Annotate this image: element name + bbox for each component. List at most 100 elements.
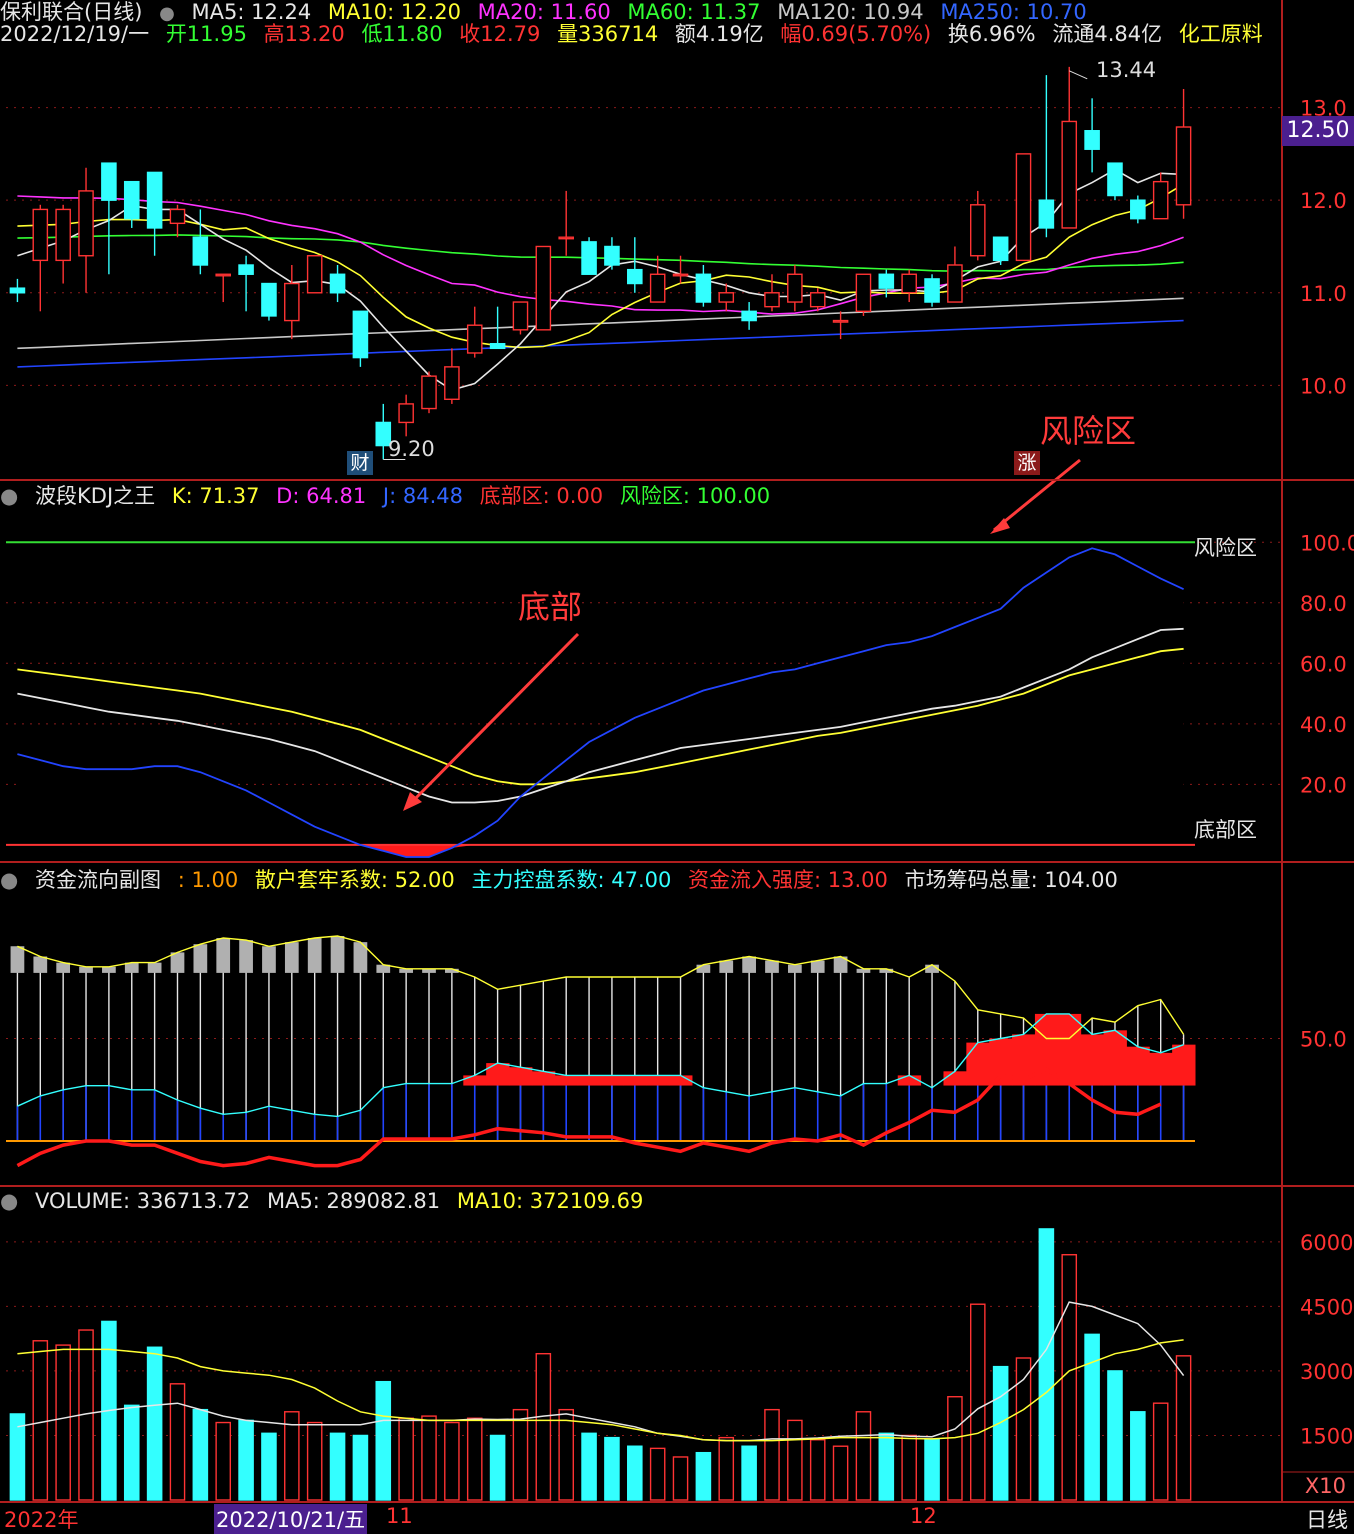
candle-body (855, 273, 872, 313)
volume-header: ● VOLUME: 336713.72 MA5: 289082.81 MA10:… (0, 1189, 653, 1213)
candle-body (809, 292, 826, 308)
volume-bar (992, 1365, 1009, 1501)
candlestick-chart (9, 66, 1192, 460)
candle-body (672, 273, 689, 277)
volume-tick-label: 4500 (1300, 1295, 1353, 1319)
volume-bar (238, 1419, 254, 1501)
fund-c1: : 1.00 (177, 868, 239, 892)
ma250-line (17, 319, 1184, 368)
inflow-block (577, 1075, 601, 1086)
candle-body (169, 208, 186, 225)
candle-body (1152, 180, 1169, 220)
cai-marker[interactable]: 财 (347, 451, 373, 475)
ma5-label: MA5: 12.24 (191, 0, 312, 24)
inflow-block (1057, 1013, 1082, 1086)
volume-bar (466, 1417, 483, 1501)
candle-body (238, 264, 254, 275)
quote-volume: 量336714 (557, 22, 659, 46)
price-tick-label: 10.0 (1300, 374, 1347, 398)
chart-canvas: 10.011.012.013.020.040.060.080.0100.050.… (0, 0, 1354, 1503)
quote-amount: 额4.19亿 (674, 22, 764, 46)
candle-body (649, 273, 666, 303)
volume-bar (878, 1432, 895, 1501)
volume-bar (1061, 1254, 1078, 1501)
inflow-block (1103, 1030, 1127, 1086)
quote-close: 收12.79 (459, 22, 541, 46)
vol-ma10: MA10: 372109.69 (456, 1189, 644, 1213)
candle-body (9, 287, 26, 294)
candle-body (444, 366, 460, 400)
inflow-block (554, 1075, 579, 1086)
fund-title: 资金流向副图 (35, 868, 162, 892)
volume-bar (55, 1344, 71, 1501)
retail-cap (765, 960, 779, 973)
candle-body (466, 324, 483, 354)
candle-body (1038, 199, 1055, 229)
volume-bar (421, 1415, 437, 1501)
inflow-block (1126, 1046, 1150, 1086)
volume-bar (352, 1434, 369, 1501)
retail-line (17, 935, 1185, 1040)
volume-bar (1175, 1355, 1192, 1501)
ma10-line (17, 183, 1185, 349)
retail-cap (102, 966, 116, 973)
volume-bar (1130, 1411, 1146, 1501)
inflow-block (509, 1067, 533, 1086)
candle-body (1015, 153, 1032, 262)
ma120-label: MA120: 10.94 (777, 0, 924, 24)
price-tick-label: 12.0 (1300, 189, 1347, 213)
kdj-k: K: 71.37 (171, 484, 260, 508)
candle-body (878, 273, 895, 289)
volume-bar (444, 1421, 460, 1501)
quote-float: 流通4.84亿 (1052, 22, 1163, 46)
quote-sector: 化工原料 (1178, 22, 1263, 46)
dropdown-icon[interactable]: ● (159, 3, 175, 24)
annotation-bottom: 底部 (518, 588, 583, 626)
zhang-marker[interactable]: 涨 (1014, 451, 1040, 475)
candle-body (924, 278, 940, 303)
fund-tick-label: 50.0 (1300, 1028, 1347, 1052)
volume-bar (672, 1456, 689, 1501)
candle-body (627, 268, 643, 285)
date-month-11: 11 (386, 1504, 413, 1528)
ma5-line (17, 168, 1184, 391)
bottom-zone-fill (17, 844, 1184, 857)
candle-body (512, 301, 529, 331)
inflow-block (1080, 1034, 1105, 1086)
candle-body (604, 245, 620, 266)
period-label[interactable]: 日线 (1306, 1504, 1348, 1534)
retail-cap (239, 940, 253, 973)
fund-c4: 资金流入强度: 13.00 (688, 868, 888, 892)
volume-bar (489, 1434, 506, 1501)
candle-body (306, 255, 323, 294)
volume-tick-label: 1500 (1300, 1424, 1353, 1448)
volume-bar (969, 1303, 986, 1501)
candle-body (261, 282, 277, 317)
quote-turnover: 换6.96% (947, 22, 1036, 46)
volume-bar (809, 1439, 826, 1501)
volume-bar (924, 1439, 940, 1501)
kdj-tick-label: 20.0 (1300, 773, 1347, 797)
bottom-line-label: 底部区 (1194, 818, 1257, 842)
volume-bar (604, 1436, 620, 1501)
candle-body (1130, 199, 1146, 220)
retail-cap (33, 956, 48, 973)
volume-bar (169, 1383, 186, 1501)
volume-bar (764, 1408, 780, 1501)
risk-line-label: 风险区 (1194, 536, 1257, 560)
candle-body (695, 273, 712, 303)
fund-menu-icon[interactable]: ● (0, 868, 18, 892)
candle-body (581, 241, 597, 275)
volume-bar (123, 1404, 140, 1501)
retail-cap (216, 938, 231, 973)
candle-body (992, 236, 1009, 262)
volume-bar (146, 1346, 163, 1501)
retail-cap (284, 942, 299, 973)
quote-open: 开11.95 (165, 22, 247, 46)
candle-body (1107, 162, 1123, 197)
kdj-menu-icon[interactable]: ● (0, 484, 18, 508)
volume-bar (855, 1411, 872, 1501)
retail-cap (810, 960, 825, 973)
kdj-j: J: 84.48 (382, 484, 463, 508)
vol-menu-icon[interactable]: ● (0, 1189, 18, 1213)
